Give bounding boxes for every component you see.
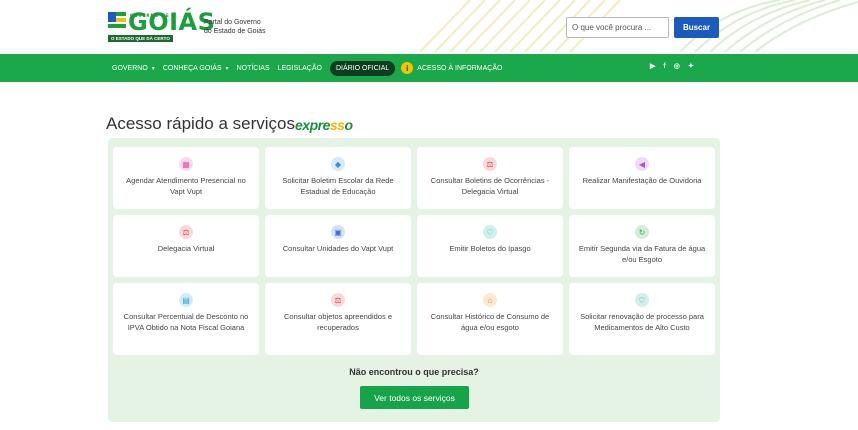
service-card[interactable]: ⚖ Delegacia Virtual [113,215,259,277]
brand-part-b: ss [329,117,345,133]
brand-part-c: o [344,117,353,133]
briefcase-icon: ▣ [331,225,345,239]
service-card-label: Emitir Segunda via da Fatura de água e/o… [578,244,706,264]
nav-item-noticias[interactable]: NOTÍCIAS [237,65,270,72]
heart-icon: ♡ [635,293,649,307]
service-card-label: Solicitar Boletim Escolar da Rede Estadu… [282,176,394,196]
service-card[interactable]: ⚖ Consultar Boletins de Ocorrências - Del… [417,147,563,209]
service-card[interactable]: ⚖ Consultar objetos apreendidos e recuper… [265,283,411,355]
service-card[interactable]: ◀ Realizar Manifestação de Ouvidoria [569,147,715,209]
twitter-icon[interactable]: ✦ [688,62,694,70]
portal-caption-line2: do Estado de Goiás [204,28,266,35]
site-header: GOVERNO DE GOIÁS O ESTADO QUE DÁ CERTO P… [0,0,858,52]
nav-item-legislacao[interactable]: LEGISLAÇÃO [278,65,322,72]
service-card[interactable]: ▤ Consultar Percentual de Desconto no IPV… [113,283,259,355]
search-input[interactable]: O que você procura ... [566,17,669,38]
instagram-icon[interactable]: ◎ [674,62,680,70]
social-links: ▶ f ◎ ✦ [650,62,702,71]
service-card[interactable]: ▣ Consultar Unidades do Vapt Vupt [265,215,411,277]
graduation-icon: ◆ [331,157,345,171]
service-card[interactable]: ↻ Emitir Segunda via da Fatura de água e/… [569,215,715,277]
nav-item-conheca-goias[interactable]: CONHEÇA GOIÁS ▾ [163,65,229,72]
not-found-text: Não encontrou o que precisa? [349,367,479,377]
service-card[interactable]: ▦ Agendar Atendimento Presencial no Vapt … [113,147,259,209]
flag-icon [108,12,126,28]
brand-part-a: expre [295,117,330,133]
facebook-icon[interactable]: f [663,63,665,70]
chevron-down-icon: ▾ [225,65,229,72]
portal-caption: Portal do Governo do Estado de Goiás [204,18,284,36]
nav-label: ACESSO À INFORMAÇÃO [417,64,503,72]
service-card[interactable]: ♡ Solicitar renovação de processo para Me… [569,283,715,355]
heart-icon: ♡ [483,225,497,239]
service-card-label: Consultar objetos apreendidos e recupera… [284,312,392,332]
portal-caption-line1: Portal do Governo [204,19,261,26]
nav-item-acesso-informacao[interactable]: i ACESSO À INFORMAÇÃO [399,62,502,74]
scales-icon: ⚖ [331,293,345,307]
logo-top-text: GOVERNO DE [130,13,170,18]
section-title: Acesso rápido a serviços [106,114,295,133]
receipt-icon: ▤ [179,293,193,307]
nav-item-diario-oficial[interactable]: DIÁRIO OFICIAL [329,60,396,76]
calendar-icon: ▦ [179,157,193,171]
service-card-label: Consultar Unidades do Vapt Vupt [282,244,394,253]
service-card-label: Consultar Histórico de Consumo de água e… [430,312,550,332]
service-card-label: Delegacia Virtual [157,244,215,253]
scales-icon: ⚖ [483,157,497,171]
service-card[interactable]: ♡ Emitir Boletos do Ipasgo [417,215,563,277]
megaphone-icon: ◀ [635,157,649,171]
service-card[interactable]: ⌂ Consultar Histórico de Consumo de água … [417,283,563,355]
service-card-label: Consultar Boletins de Ocorrências - Dele… [430,176,550,196]
nav-label: GOVERNO [112,64,148,72]
search-button[interactable]: Buscar [674,17,719,38]
expresso-brand-logo: expresso [295,117,353,133]
goias-logo[interactable]: GOVERNO DE GOIÁS [108,10,215,34]
youtube-icon[interactable]: ▶ [650,62,655,70]
logo-wordmark: GOVERNO DE GOIÁS [128,10,215,34]
nav-item-governo[interactable]: GOVERNO ▾ [112,65,155,72]
service-card-label: Realizar Manifestação de Ouvidoria [582,176,702,185]
service-card-label: Emitir Boletos do Ipasgo [449,244,531,253]
service-card-label: Consultar Percentual de Desconto no IPVA… [123,312,249,332]
service-card-label: Agendar Atendimento Presencial no Vapt V… [126,176,246,196]
main-nav: GOVERNO ▾ CONHEÇA GOIÁS ▾ NOTÍCIAS LEGISLA… [0,54,858,82]
nav-label: CONHEÇA GOIÁS [162,64,222,72]
service-card[interactable]: ◆ Solicitar Boletim Escolar da Rede Estad… [265,147,411,209]
service-card-label: Solicitar renovação de processo para Med… [580,312,704,332]
chevron-down-icon: ▾ [151,65,155,72]
home-icon: ⌂ [483,293,497,307]
scales-icon: ⚖ [179,225,193,239]
info-icon: i [401,62,414,74]
recycle-icon: ↻ [635,225,649,239]
logo-tagline: O ESTADO QUE DÁ CERTO [108,35,173,42]
all-services-button[interactable]: Ver todos os serviços [360,386,469,409]
nav-items: GOVERNO ▾ CONHEÇA GOIÁS ▾ NOTÍCIAS LEGISLA… [112,54,510,82]
services-panel: ▦ Agendar Atendimento Presencial no Vapt … [108,138,720,422]
